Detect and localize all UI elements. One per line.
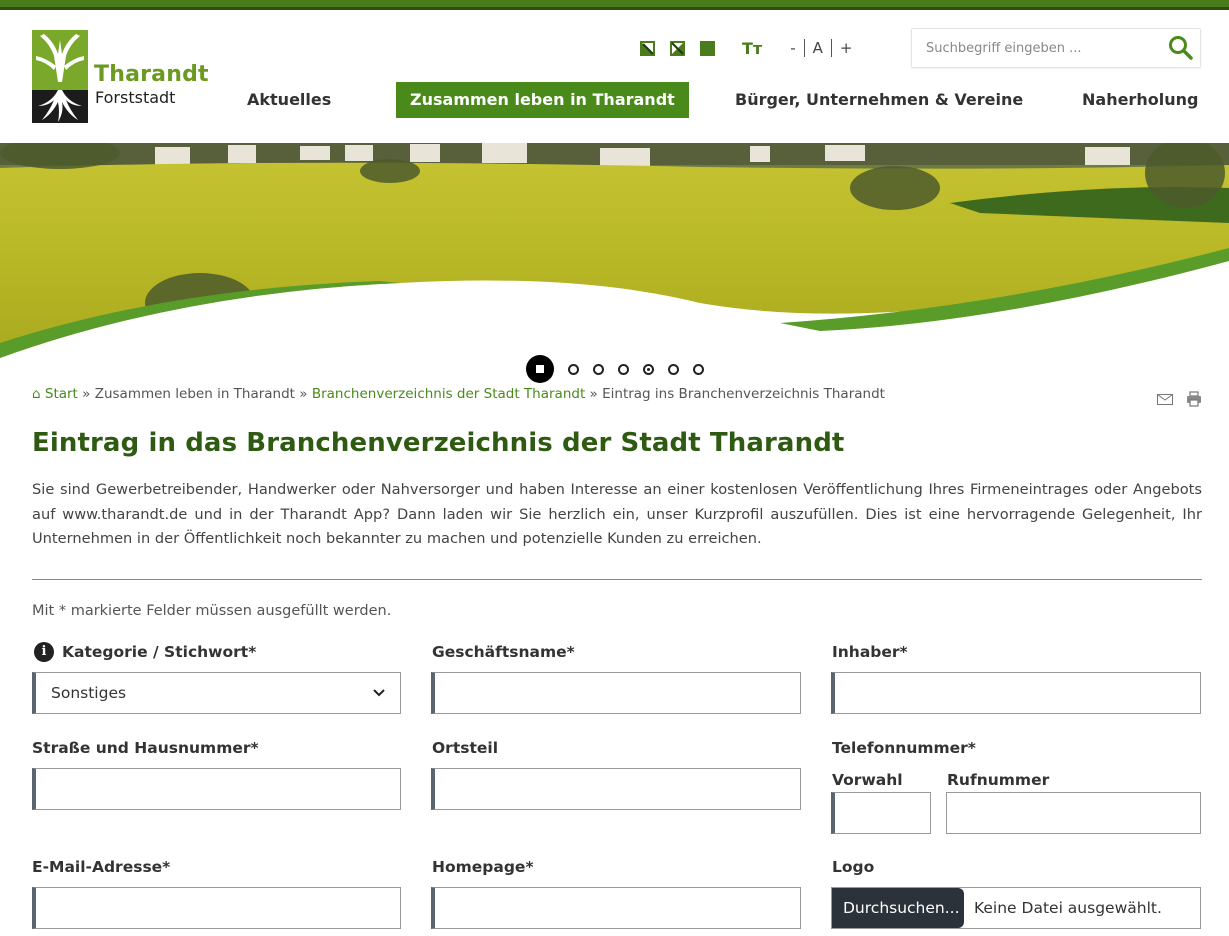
page-title: Eintrag in das Branchenverzeichnis der S…	[32, 428, 845, 458]
breadcrumb-home-link[interactable]: ⌂ Start	[32, 386, 78, 402]
home-icon: ⌂	[32, 386, 41, 402]
nav-item-aktuelles[interactable]: Aktuelles	[247, 82, 331, 118]
intro-text: Sie sind Gewerbetreibender, Handwerker o…	[32, 481, 1202, 547]
breadcrumb-separator: »	[82, 386, 91, 402]
phone-number-label: Rufnummer	[947, 771, 1050, 789]
area-code-label: Vorwahl	[832, 771, 903, 789]
site-logo[interactable]: Tharandt Forststadt	[32, 30, 209, 125]
email-label: E-Mail-Adresse*	[32, 858, 171, 876]
breadcrumb: ⌂ Start » Zusammen leben in Tharandt » B…	[32, 386, 885, 402]
font-larger-button[interactable]: +	[832, 39, 861, 57]
browse-button[interactable]: Durchsuchen...	[832, 888, 964, 928]
logo-title: Tharandt	[94, 62, 209, 87]
homepage-label: Homepage*	[432, 858, 534, 876]
tree-logo-icon	[32, 30, 88, 123]
breadcrumb-separator: »	[589, 386, 598, 402]
print-icon[interactable]	[1186, 391, 1202, 407]
district-field[interactable]	[431, 768, 801, 810]
email-field[interactable]	[32, 887, 401, 929]
slider-dot-5[interactable]	[668, 363, 679, 375]
slider-dot-1[interactable]	[568, 363, 579, 375]
business-name-field[interactable]	[431, 672, 801, 714]
slider-dot-2[interactable]	[593, 363, 604, 375]
district-label: Ortsteil	[432, 739, 499, 757]
contrast-normal-icon[interactable]	[640, 40, 655, 56]
search-input[interactable]	[912, 29, 1162, 67]
accessibility-toolbar: Tт - A +	[640, 38, 860, 58]
logo-subtitle: Forststadt	[95, 88, 176, 107]
area-code-field[interactable]	[831, 792, 931, 834]
street-label: Straße und Hausnummer*	[32, 739, 259, 757]
nav-item-zusammen-leben[interactable]: Zusammen leben in Tharandt	[396, 82, 689, 118]
category-label: Kategorie / Stichwort*	[62, 643, 257, 661]
owner-field[interactable]	[831, 672, 1201, 714]
business-name-label: Geschäftsname*	[432, 643, 575, 661]
nav-item-buerger-unternehmen[interactable]: Bürger, Unternehmen & Vereine	[735, 82, 1023, 118]
search-icon[interactable]	[1168, 35, 1194, 61]
top-accent-bar	[0, 0, 1229, 10]
category-select[interactable]: Sonstiges	[32, 672, 401, 714]
homepage-field[interactable]	[431, 887, 801, 929]
contrast-high-icon[interactable]	[700, 40, 715, 56]
nav-item-naherholung[interactable]: Naherholung	[1082, 82, 1198, 118]
phone-number-field[interactable]	[946, 792, 1201, 834]
no-file-text: Keine Datei ausgewählt.	[974, 899, 1162, 917]
slider-dot-6[interactable]	[693, 363, 704, 375]
slider-dot-3[interactable]	[618, 363, 629, 375]
contrast-inverted-icon[interactable]	[670, 40, 685, 56]
hero-image-rapeseed-field	[0, 143, 1229, 368]
logo-file-input[interactable]: Durchsuchen... Keine Datei ausgewählt.	[831, 887, 1201, 929]
slider-dot-4-active[interactable]	[643, 363, 654, 375]
required-fields-note: Mit * markierte Felder müssen ausgefüllt…	[32, 603, 392, 619]
street-field[interactable]	[32, 768, 401, 810]
category-selected-value: Sonstiges	[51, 684, 127, 702]
font-smaller-button[interactable]: -	[782, 39, 803, 57]
mail-icon[interactable]	[1157, 394, 1173, 405]
phone-label: Telefonnummer*	[832, 739, 976, 757]
font-normal-button[interactable]: A	[803, 39, 832, 57]
font-size-icon: Tт	[742, 38, 763, 58]
breadcrumb-level1[interactable]: Zusammen leben in Tharandt	[95, 386, 295, 402]
breadcrumb-separator: »	[299, 386, 308, 402]
logo-label: Logo	[832, 858, 875, 876]
slider-pause-button[interactable]	[526, 355, 554, 383]
breadcrumb-level2-link[interactable]: Branchenverzeichnis der Stadt Tharandt	[312, 386, 585, 402]
search-box	[911, 28, 1201, 68]
owner-label: Inhaber*	[832, 643, 908, 661]
breadcrumb-current: Eintrag ins Branchenverzeichnis Tharandt	[602, 386, 885, 402]
divider	[32, 579, 1202, 580]
slider-pagination	[526, 354, 718, 384]
chevron-down-icon	[373, 689, 385, 697]
info-icon[interactable]: i	[34, 642, 54, 662]
